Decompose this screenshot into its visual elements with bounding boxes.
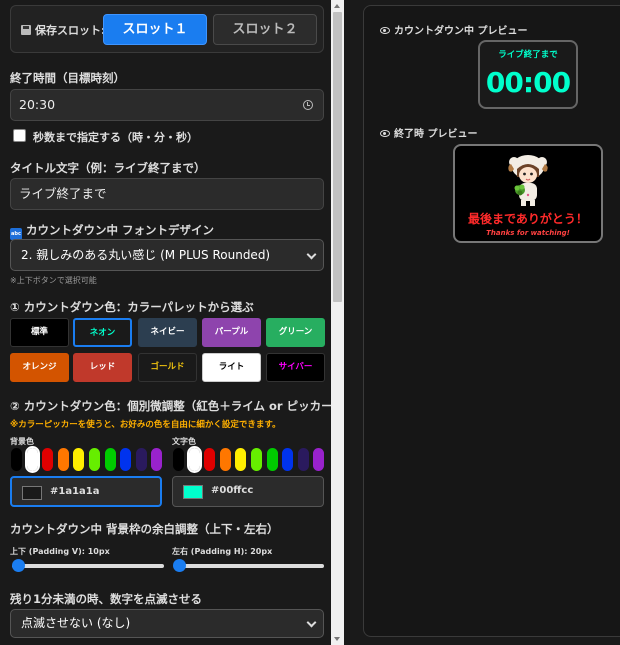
palette-button-neon[interactable]: ネオン	[73, 318, 132, 347]
scroll-down-arrow-icon[interactable]	[334, 637, 340, 641]
font-design-selected: 2. 親しみのある丸い感じ (M PLUS Rounded)	[21, 248, 271, 262]
text-color-swatch-8[interactable]	[297, 448, 309, 471]
blink-selected: 点滅させない (なし)	[21, 616, 131, 630]
scrollbar-thumb[interactable]	[333, 12, 342, 302]
sheep-mascot-image	[508, 155, 548, 206]
settings-panel: 保存スロット: スロット１ スロット２ 終了時間（目標時刻） 20:30 秒数ま…	[0, 0, 345, 645]
font-design-note: ※上下ボタンで選択可能	[10, 276, 97, 285]
end-time-value: 20:30	[19, 97, 56, 112]
bg-color-label: 背景色	[10, 437, 34, 446]
text-color-swatch-7[interactable]	[282, 448, 294, 471]
text-color-swatch-4[interactable]	[235, 448, 247, 471]
bg-color-swatch-4[interactable]	[73, 448, 85, 471]
palette-button-standard[interactable]: 標準	[10, 318, 69, 347]
end-time-input[interactable]: 20:30	[10, 89, 324, 121]
palette-button-orange[interactable]: オレンジ	[10, 353, 69, 382]
text-color-label: 文字色	[172, 437, 196, 446]
end-time-label: 終了時間（目標時刻）	[10, 71, 125, 85]
title-text-label: タイトル文字（例：ライブ終了まで）	[10, 161, 206, 175]
bg-color-swatch-3[interactable]	[57, 448, 69, 471]
padding-h-slider-track[interactable]	[174, 564, 324, 568]
bg-color-swatch	[22, 486, 42, 500]
slot-1-button[interactable]: スロット１	[103, 14, 207, 45]
countdown-preview-time: 00:00	[485, 66, 571, 99]
bg-color-swatch-6[interactable]	[104, 448, 116, 471]
floppy-disk-icon	[21, 25, 31, 35]
custom-color-label: ② カウントダウン色：個別微調整（紅色＋ライム or ピッカー）	[10, 399, 345, 413]
padding-v-slider-track[interactable]	[12, 564, 164, 568]
text-color-picker[interactable]: #00ffcc	[172, 476, 324, 507]
padding-label: カウントダウン中 背景枠の余白調整（上下・左右）	[10, 522, 279, 536]
eye-icon	[380, 130, 390, 137]
bg-color-value: #1a1a1a	[50, 486, 100, 497]
end-preview-subtext: Thanks for watching!	[486, 229, 570, 237]
text-color-swatch-3[interactable]	[219, 448, 231, 471]
bg-color-swatch-2[interactable]	[42, 448, 54, 471]
text-color-swatch	[183, 485, 203, 499]
text-color-swatch-6[interactable]	[266, 448, 278, 471]
countdown-preview: ライブ終了まで 00:00	[478, 40, 578, 109]
end-preview-label: 終了時 プレビュー	[380, 125, 477, 140]
text-color-swatch-2[interactable]	[204, 448, 216, 471]
bg-color-swatch-5[interactable]	[89, 448, 100, 471]
save-slot-label: 保存スロット:	[21, 22, 105, 38]
blink-select[interactable]: 点滅させない (なし)	[10, 609, 324, 638]
blink-label: 残り1分未満の時、数字を点滅させる	[10, 592, 202, 606]
countdown-preview-label: カウントダウン中 プレビュー	[380, 22, 527, 37]
font-design-select[interactable]: 2. 親しみのある丸い感じ (M PLUS Rounded)	[10, 239, 324, 271]
countdown-preview-label-text: カウントダウン中 プレビュー	[394, 26, 528, 37]
end-preview: 最後までありがとう！ Thanks for watching!	[453, 144, 603, 243]
seconds-checkbox[interactable]	[13, 129, 26, 142]
bg-color-swatch-8[interactable]	[135, 448, 147, 471]
save-slot-bar: 保存スロット: スロット１ スロット２	[10, 5, 324, 53]
padding-h-slider-thumb[interactable]	[173, 559, 186, 572]
bg-color-swatch-0[interactable]	[11, 448, 22, 471]
palette-button-purple[interactable]: パープル	[202, 318, 261, 347]
scrollbar[interactable]	[331, 0, 344, 645]
font-design-label: abc カウントダウン中 フォントデザイン	[10, 222, 214, 240]
palette-label: ① カウントダウン色：カラーパレットから選ぶ	[10, 300, 254, 314]
preview-panel: カウントダウン中 プレビュー ライブ終了まで 00:00 終了時 プレビュー 最	[363, 5, 620, 637]
bg-color-swatch-1[interactable]	[24, 446, 40, 473]
chevron-down-icon	[306, 617, 317, 628]
palette-button-navy[interactable]: ネイビー	[138, 318, 197, 347]
bg-color-swatch-9[interactable]	[151, 448, 163, 471]
scroll-up-arrow-icon[interactable]	[334, 4, 340, 8]
padding-v-label: 上下 (Padding V): 10px	[10, 547, 110, 556]
seconds-checkbox-label: 秒数まで指定する（時・分・秒）	[33, 131, 198, 144]
palette-button-cyber[interactable]: サイバー	[266, 353, 325, 382]
end-preview-message: 最後までありがとう！	[468, 212, 588, 226]
chevron-down-icon	[306, 249, 317, 260]
text-color-swatch-9[interactable]	[313, 448, 325, 471]
text-color-swatch-1[interactable]	[186, 446, 202, 473]
font-design-label-text: カウントダウン中 フォントデザイン	[26, 223, 215, 237]
bg-color-picker[interactable]: #1a1a1a	[10, 476, 162, 507]
palette-button-light[interactable]: ライト	[202, 353, 261, 382]
eye-icon	[380, 27, 390, 34]
bg-color-swatch-7[interactable]	[120, 448, 132, 471]
palette-button-red[interactable]: レッド	[73, 353, 132, 382]
text-color-swatch-0[interactable]	[173, 448, 184, 471]
slot-2-button[interactable]: スロット２	[213, 14, 317, 45]
save-slot-label-text: 保存スロット:	[35, 24, 106, 37]
text-color-value: #00ffcc	[211, 485, 254, 496]
countdown-preview-title: ライブ終了まで	[498, 50, 558, 60]
custom-color-note: ※カラーピッカーを使うと、お好みの色を自由に細かく設定できます。	[10, 420, 281, 430]
clock-icon[interactable]	[303, 100, 313, 110]
padding-v-slider-thumb[interactable]	[12, 559, 25, 572]
text-color-swatch-5[interactable]	[251, 448, 262, 471]
title-text-input[interactable]: ライブ終了まで	[10, 178, 324, 210]
padding-h-label: 左右 (Padding H): 20px	[172, 547, 273, 556]
palette-button-green[interactable]: グリーン	[266, 318, 325, 347]
end-preview-label-text: 終了時 プレビュー	[394, 129, 478, 140]
palette-button-gold[interactable]: ゴールド	[138, 353, 197, 382]
